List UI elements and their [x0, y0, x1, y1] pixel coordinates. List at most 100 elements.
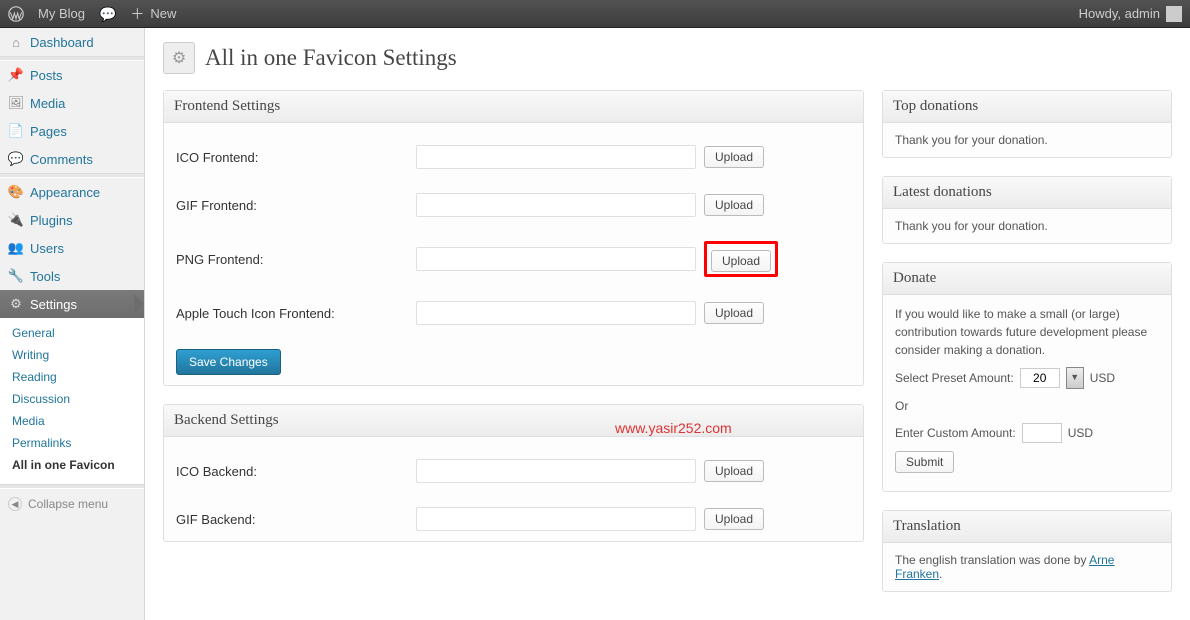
- sidebar-item-posts[interactable]: 📌 Posts: [0, 61, 144, 89]
- backend-heading: Backend Settings: [164, 405, 863, 437]
- sidebar-label-tools: Tools: [30, 269, 60, 284]
- page-title: All in one Favicon Settings: [205, 45, 457, 71]
- apple-frontend-input[interactable]: [416, 301, 696, 325]
- sub-permalinks[interactable]: Permalinks: [0, 432, 144, 454]
- howdy-account[interactable]: Howdy, admin: [1079, 6, 1182, 22]
- gif-backend-upload-button[interactable]: Upload: [704, 508, 764, 530]
- sidebar-item-dashboard[interactable]: ⌂ Dashboard: [0, 28, 144, 56]
- translation-text: The english translation was done by: [895, 553, 1089, 567]
- sidebar-item-users[interactable]: 👥 Users: [0, 234, 144, 262]
- backend-settings-box: Backend Settings ICO Backend: Upload GIF…: [163, 404, 864, 542]
- new-content[interactable]: ＋ New: [130, 6, 176, 21]
- sidebar-item-plugins[interactable]: 🔌 Plugins: [0, 206, 144, 234]
- currency-label-2: USD: [1068, 424, 1093, 442]
- sidebar-label-comments: Comments: [30, 152, 93, 167]
- sidebar-item-settings[interactable]: ⚙ Settings: [0, 290, 144, 318]
- ico-backend-label: ICO Backend:: [176, 464, 416, 479]
- donate-submit-button[interactable]: Submit: [895, 451, 954, 473]
- sidebar-label-pages: Pages: [30, 124, 67, 139]
- latest-donations-heading: Latest donations: [883, 177, 1171, 209]
- translation-box: Translation The english translation was …: [882, 510, 1172, 592]
- apple-frontend-upload-button[interactable]: Upload: [704, 302, 764, 324]
- sidebar-item-media[interactable]: 🖼 Media: [0, 89, 144, 117]
- sub-discussion[interactable]: Discussion: [0, 388, 144, 410]
- plus-icon: ＋: [130, 7, 144, 21]
- sidebar-item-tools[interactable]: 🔧 Tools: [0, 262, 144, 290]
- custom-amount-input[interactable]: [1022, 423, 1062, 443]
- donate-heading: Donate: [883, 263, 1171, 295]
- pin-icon: 📌: [8, 67, 24, 83]
- ico-backend-upload-button[interactable]: Upload: [704, 460, 764, 482]
- tools-icon: 🔧: [8, 268, 24, 284]
- latest-donations-text: Thank you for your donation.: [883, 209, 1171, 243]
- gif-frontend-input[interactable]: [416, 193, 696, 217]
- translation-period: .: [939, 567, 942, 581]
- sub-favicon[interactable]: All in one Favicon: [0, 454, 144, 476]
- top-donations-box: Top donations Thank you for your donatio…: [882, 90, 1172, 158]
- custom-label: Enter Custom Amount:: [895, 424, 1016, 442]
- admin-sidebar: ⌂ Dashboard 📌 Posts 🖼 Media 📄 Pages 💬Comment…: [0, 28, 145, 620]
- sidebar-label-appearance: Appearance: [30, 185, 100, 200]
- sidebar-item-appearance[interactable]: 🎨 Appearance: [0, 178, 144, 206]
- frontend-heading: Frontend Settings: [164, 91, 863, 123]
- sidebar-label-media: Media: [30, 96, 65, 111]
- preset-dropdown-button[interactable]: ▼: [1066, 367, 1084, 389]
- collapse-label: Collapse menu: [28, 497, 108, 511]
- sub-reading[interactable]: Reading: [0, 366, 144, 388]
- avatar-icon: [1166, 6, 1182, 22]
- apple-frontend-label: Apple Touch Icon Frontend:: [176, 306, 416, 321]
- page-title-icon: ⚙: [163, 42, 195, 74]
- users-icon: 👥: [8, 240, 24, 256]
- appearance-icon: 🎨: [8, 184, 24, 200]
- comments-bubble[interactable]: 💬: [99, 7, 116, 21]
- frontend-settings-box: Frontend Settings ICO Frontend: Upload G…: [163, 90, 864, 386]
- gif-frontend-upload-button[interactable]: Upload: [704, 194, 764, 216]
- gif-frontend-label: GIF Frontend:: [176, 198, 416, 213]
- latest-donations-box: Latest donations Thank you for your dona…: [882, 176, 1172, 244]
- ico-frontend-label: ICO Frontend:: [176, 150, 416, 165]
- preset-label: Select Preset Amount:: [895, 369, 1014, 387]
- sidebar-item-comments[interactable]: 💬Comments: [0, 145, 144, 173]
- top-donations-text: Thank you for your donation.: [883, 123, 1171, 157]
- donate-or: Or: [895, 397, 1159, 415]
- png-frontend-input[interactable]: [416, 247, 696, 271]
- png-upload-highlight: Upload: [704, 241, 778, 277]
- png-frontend-upload-button[interactable]: Upload: [711, 250, 771, 272]
- save-changes-button[interactable]: Save Changes: [176, 349, 281, 375]
- settings-submenu: General Writing Reading Discussion Media…: [0, 318, 144, 484]
- wp-logo[interactable]: [8, 6, 24, 22]
- sidebar-item-pages[interactable]: 📄 Pages: [0, 117, 144, 145]
- gif-backend-label: GIF Backend:: [176, 512, 416, 527]
- translation-heading: Translation: [883, 511, 1171, 543]
- preset-amount-input[interactable]: [1020, 368, 1060, 388]
- sidebar-label-posts: Posts: [30, 68, 63, 83]
- settings-icon: ⚙: [8, 296, 24, 312]
- ico-frontend-upload-button[interactable]: Upload: [704, 146, 764, 168]
- currency-label: USD: [1090, 369, 1115, 387]
- gif-backend-input[interactable]: [416, 507, 696, 531]
- collapse-menu[interactable]: ◀ Collapse menu: [0, 489, 144, 519]
- png-frontend-label: PNG Frontend:: [176, 252, 416, 267]
- page-icon: 📄: [8, 123, 24, 139]
- sub-writing[interactable]: Writing: [0, 344, 144, 366]
- speech-icon: 💬: [99, 7, 116, 21]
- sidebar-label-plugins: Plugins: [30, 213, 73, 228]
- donate-text: If you would like to make a small (or la…: [895, 305, 1159, 359]
- sub-media[interactable]: Media: [0, 410, 144, 432]
- home-icon: ⌂: [8, 34, 24, 50]
- donate-box: Donate If you would like to make a small…: [882, 262, 1172, 492]
- admin-bar: My Blog 💬 ＋ New Howdy, admin: [0, 0, 1190, 28]
- ico-frontend-input[interactable]: [416, 145, 696, 169]
- media-icon: 🖼: [8, 95, 24, 111]
- sidebar-label-settings: Settings: [30, 297, 77, 312]
- ico-backend-input[interactable]: [416, 459, 696, 483]
- sidebar-label-users: Users: [30, 241, 64, 256]
- new-label: New: [150, 6, 176, 21]
- sub-general[interactable]: General: [0, 322, 144, 344]
- site-name-link[interactable]: My Blog: [38, 6, 85, 21]
- howdy-text: Howdy, admin: [1079, 6, 1160, 21]
- collapse-icon: ◀: [8, 497, 22, 511]
- sidebar-label-dashboard: Dashboard: [30, 35, 94, 50]
- plugin-icon: 🔌: [8, 212, 24, 228]
- top-donations-heading: Top donations: [883, 91, 1171, 123]
